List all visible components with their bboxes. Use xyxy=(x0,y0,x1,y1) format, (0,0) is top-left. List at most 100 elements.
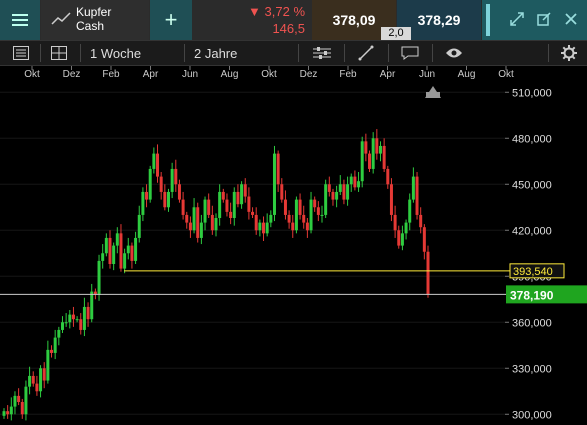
expand-icon[interactable] xyxy=(510,12,524,26)
candle-body xyxy=(166,191,170,208)
candle-body xyxy=(185,214,189,223)
x-axis: Okt Dez Feb Apr Jun Aug Okt Dez Feb Apr Jun Aug Okt xyxy=(24,66,514,80)
candle-body xyxy=(68,314,72,323)
eye-button[interactable] xyxy=(440,41,468,65)
candle-body xyxy=(243,184,247,197)
y-tick-label: 450,000 xyxy=(512,179,552,191)
settings-button[interactable] xyxy=(556,41,582,65)
candle-body xyxy=(338,184,342,192)
candle-body xyxy=(247,196,251,212)
candle-body xyxy=(232,191,236,218)
candle-body xyxy=(126,245,130,254)
candle-body xyxy=(364,141,368,154)
candle-body xyxy=(210,214,214,231)
candle-body xyxy=(236,191,240,205)
popout-icon[interactable] xyxy=(537,12,551,26)
candles xyxy=(2,129,430,421)
comment-icon xyxy=(401,46,419,60)
candle-body xyxy=(298,199,302,215)
candle-body xyxy=(397,230,401,246)
candle-body xyxy=(291,222,295,231)
candle-body xyxy=(316,207,320,215)
candle-body xyxy=(207,199,211,215)
candle-body xyxy=(137,214,141,238)
candle-body xyxy=(419,214,423,228)
gear-icon xyxy=(561,45,577,61)
candle-body xyxy=(276,153,280,185)
candle-body xyxy=(28,375,32,387)
draw-button[interactable] xyxy=(352,41,380,65)
x-tick-label: Jun xyxy=(419,69,435,80)
candle-body xyxy=(400,233,404,246)
candle-body xyxy=(86,306,90,320)
candle-body xyxy=(320,214,324,216)
x-tick-label: Aug xyxy=(221,69,239,80)
candle-body xyxy=(181,199,185,215)
instrument-name-line2: Cash xyxy=(76,19,105,33)
list-button[interactable] xyxy=(8,41,34,65)
indicators-icon xyxy=(313,47,331,59)
candle-body xyxy=(411,176,415,200)
candle-body xyxy=(294,199,298,231)
candle-body xyxy=(156,153,160,177)
candle-body xyxy=(46,349,50,381)
candle-body xyxy=(426,251,430,295)
candle-body xyxy=(163,191,167,208)
instrument-name-line1: Kupfer xyxy=(76,5,112,19)
comment-button[interactable] xyxy=(396,41,424,65)
close-icon[interactable] xyxy=(564,12,578,26)
candle-body xyxy=(404,222,408,234)
indicators-button[interactable] xyxy=(308,41,336,65)
period-selector[interactable]: 1 Woche xyxy=(82,41,182,65)
candle-body xyxy=(360,141,364,182)
candle-body xyxy=(386,168,390,185)
top-bar: Kupfer Cash + ▼ 3,72 % 146,5 378,09 378,… xyxy=(0,0,587,40)
candle-body xyxy=(408,199,412,223)
grid-icon xyxy=(51,46,67,60)
y-tick-label: 480,000 xyxy=(512,133,552,145)
x-tick-label: Okt xyxy=(24,69,40,80)
grid-button[interactable] xyxy=(46,41,72,65)
y-axis: 300,000330,000360,000390,000420,000450,0… xyxy=(505,87,587,421)
candle-body xyxy=(13,395,17,407)
change-absolute: 146,5 xyxy=(272,21,305,36)
scroll-marker[interactable] xyxy=(425,86,441,98)
candle-body xyxy=(342,184,346,200)
y-tick-label: 330,000 xyxy=(512,363,552,375)
candle-body xyxy=(152,153,156,169)
drag-handle-icon[interactable] xyxy=(486,4,490,36)
candle-body xyxy=(349,176,353,185)
menu-button[interactable] xyxy=(0,0,40,40)
candle-body xyxy=(170,168,174,192)
candle-body xyxy=(240,184,244,205)
candle-body xyxy=(104,237,108,254)
spread-badge: 2,0 xyxy=(381,27,411,40)
candle-body xyxy=(309,199,313,231)
price-change: ▼ 3,72 % 146,5 xyxy=(193,0,311,40)
trend-icon xyxy=(51,12,71,25)
candle-body xyxy=(335,191,339,200)
candle-body xyxy=(9,406,13,415)
range-selector[interactable]: 2 Jahre xyxy=(186,41,286,65)
candle-body xyxy=(218,191,222,218)
price-chart[interactable]: Okt Dez Feb Apr Jun Aug Okt Dez Feb Apr Jun Aug Okt … xyxy=(0,66,587,425)
candle-body xyxy=(159,176,163,192)
window-controls xyxy=(482,0,587,40)
add-button[interactable]: + xyxy=(150,0,192,40)
x-tick-label: Okt xyxy=(261,69,277,80)
candle-body xyxy=(145,191,149,200)
candle-body xyxy=(313,199,317,208)
candle-body xyxy=(177,184,181,200)
x-tick-label: Jun xyxy=(182,69,198,80)
candle-body xyxy=(20,402,24,415)
candle-body xyxy=(97,260,101,295)
instrument-selector[interactable]: Kupfer Cash xyxy=(41,0,149,40)
last-price-label: 378,190 xyxy=(510,288,554,302)
candle-body xyxy=(265,222,269,234)
candle-body xyxy=(283,199,287,215)
list-icon xyxy=(13,46,29,60)
instrument-name: Kupfer Cash xyxy=(76,5,111,33)
chart-toolbar: 1 Woche 2 Jahre xyxy=(0,40,587,66)
candle-body xyxy=(90,291,94,320)
candle-body xyxy=(346,184,350,200)
